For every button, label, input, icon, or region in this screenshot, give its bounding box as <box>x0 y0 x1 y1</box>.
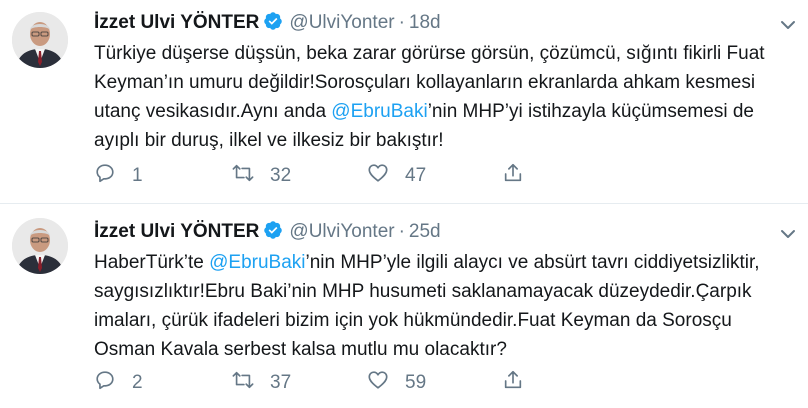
tweet-timestamp[interactable]: 18d <box>409 12 441 33</box>
retweet-count: 37 <box>270 372 292 393</box>
reply-button[interactable]: 1 <box>94 164 143 188</box>
share-button[interactable] <box>502 369 524 397</box>
tweet[interactable]: İzzet Ulvi YÖNTER @UlviYonter · 18d Türkiye… <box>0 0 808 204</box>
author-name[interactable]: İzzet Ulvi YÖNTER <box>94 221 259 242</box>
chevron-down-icon[interactable] <box>780 18 796 30</box>
tweet-timestamp[interactable]: 25d <box>409 221 441 242</box>
share-icon <box>502 162 524 190</box>
author-handle[interactable]: @UlviYonter <box>289 221 394 242</box>
verified-icon <box>263 11 283 38</box>
mention-link[interactable]: @EbruBaki <box>331 101 427 122</box>
verified-icon <box>263 220 283 247</box>
author-handle[interactable]: @UlviYonter <box>289 12 394 33</box>
mention-link[interactable]: @EbruBaki <box>209 252 305 273</box>
retweet-button[interactable]: 32 <box>232 164 291 188</box>
reply-count: 2 <box>132 372 143 393</box>
like-count: 59 <box>405 372 427 393</box>
retweet-icon <box>232 162 254 190</box>
reply-button[interactable]: 2 <box>94 371 143 395</box>
tweet-text: Türkiye düşerse düşsün, beka zarar görür… <box>94 39 794 155</box>
like-icon <box>367 369 389 397</box>
like-icon <box>367 162 389 190</box>
tweet-text: HaberTürk’te @EbruBaki’nin MHP’yle ilgil… <box>94 248 794 364</box>
like-button[interactable]: 47 <box>367 164 426 188</box>
retweet-icon <box>232 369 254 397</box>
share-icon <box>502 369 524 397</box>
tweet[interactable]: İzzet Ulvi YÖNTER @UlviYonter · 25d HaberTü… <box>0 205 808 408</box>
retweet-count: 32 <box>270 165 292 186</box>
tweet-text-part: HaberTürk’te <box>94 252 210 273</box>
separator-dot: · <box>398 221 405 242</box>
reply-icon <box>94 162 116 190</box>
reply-count: 1 <box>132 165 143 186</box>
chevron-down-icon[interactable] <box>780 227 796 239</box>
avatar[interactable] <box>12 218 68 274</box>
author-name[interactable]: İzzet Ulvi YÖNTER <box>94 12 259 33</box>
like-count: 47 <box>405 165 427 186</box>
separator-dot: · <box>398 12 405 33</box>
like-button[interactable]: 59 <box>367 371 426 395</box>
avatar[interactable] <box>12 12 68 68</box>
share-button[interactable] <box>502 162 524 190</box>
retweet-button[interactable]: 37 <box>232 371 291 395</box>
reply-icon <box>94 369 116 397</box>
